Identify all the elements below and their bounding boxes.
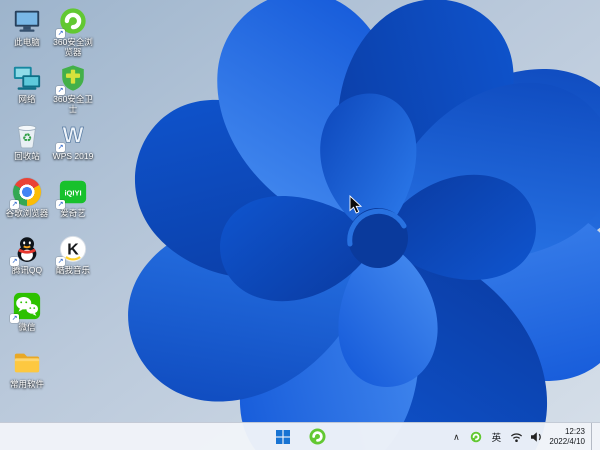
wechat-icon: ↗ — [10, 291, 42, 323]
iqiyi-icon: iQIYI ↗ — [56, 177, 88, 209]
icon-label: 360安全浏览器 — [53, 37, 93, 57]
desktop-icon-wechat[interactable]: ↗ 微信 — [4, 291, 50, 347]
clock[interactable]: 12:23 2022/4/10 — [549, 426, 585, 448]
icon-label: 酷我音乐 — [55, 265, 90, 275]
shortcut-arrow-icon: ↗ — [10, 200, 19, 209]
show-desktop-button[interactable] — [591, 423, 595, 450]
360-tray-icon — [471, 431, 482, 442]
svg-text:iQIYI: iQIYI — [64, 188, 81, 197]
volume-icon — [530, 431, 541, 442]
360-security-shield-icon: ↗ — [56, 63, 88, 95]
taskbar: ∧ 英 12:23 2022/4/10 — [0, 422, 600, 450]
icon-label: 爱奇艺 — [60, 208, 86, 218]
clock-time: 12:23 — [564, 427, 585, 436]
shortcut-arrow-icon: ↗ — [56, 257, 65, 266]
volume-button[interactable] — [529, 426, 543, 448]
svg-text:W: W — [62, 123, 84, 148]
desktop-icon-network[interactable]: 网络 — [4, 63, 50, 119]
network-icon — [12, 63, 42, 93]
desktop-icon-qq[interactable]: ↗ 腾讯QQ — [4, 234, 50, 290]
qq-penguin-icon: ↗ — [10, 234, 42, 266]
network-icon — [510, 432, 522, 442]
kuwo-music-icon: K ↗ — [56, 234, 88, 266]
icon-label: 此电脑 — [14, 37, 40, 47]
desktop-icon-this-pc[interactable]: 此电脑 — [4, 6, 50, 62]
ime-indicator[interactable]: 英 — [489, 426, 503, 448]
desktop-icon-software-folder[interactable]: 常用软件 — [4, 348, 50, 404]
360-browser-icon — [308, 428, 326, 445]
desktop-icon-recycle-bin[interactable]: ♻ 回收站 — [4, 120, 50, 176]
icon-label: 腾讯QQ — [11, 265, 43, 275]
tray-360-icon[interactable] — [469, 426, 483, 448]
chrome-icon: ↗ — [10, 177, 42, 209]
windows-logo-icon — [276, 429, 290, 444]
folder-icon — [12, 348, 42, 378]
taskbar-center — [270, 423, 330, 450]
clock-date: 2022/4/10 — [549, 436, 585, 446]
360-browser-icon: ↗ — [56, 6, 88, 38]
desktop-icon-wps[interactable]: W ↗ WPS 2019 — [50, 120, 96, 176]
desktop-icon-360-browser[interactable]: ↗ 360安全浏览器 — [50, 6, 96, 62]
shortcut-arrow-icon: ↗ — [56, 200, 65, 209]
shortcut-arrow-icon: ↗ — [10, 257, 19, 266]
system-tray: ∧ 英 12:23 2022/4/10 — [449, 423, 600, 450]
this-pc-icon — [12, 6, 42, 36]
icon-label: 回收站 — [14, 151, 40, 161]
shortcut-arrow-icon: ↗ — [10, 314, 19, 323]
taskbar-360-browser-button[interactable] — [304, 425, 330, 449]
icon-label: 网络 — [18, 94, 36, 104]
icon-label: 360安全卫士 — [53, 94, 93, 114]
icon-label: 常用软件 — [9, 379, 44, 389]
svg-text:♻: ♻ — [22, 133, 32, 145]
network-button[interactable] — [509, 426, 523, 448]
desktop-icon-kuwo[interactable]: K ↗ 酷我音乐 — [50, 234, 96, 290]
icon-label: WPS 2019 — [52, 151, 94, 161]
icon-label: 谷歌浏览器 — [5, 208, 49, 218]
hidden-icons-chevron[interactable]: ∧ — [449, 427, 463, 449]
shortcut-arrow-icon: ↗ — [56, 143, 65, 152]
desktop: 此电脑 网络 ♻ 回收站 ↗ 谷歌浏览器 ↗ 腾讯QQ ↗ 微信 常用软件 ↗ … — [0, 0, 600, 450]
recycle-bin-icon: ♻ — [12, 120, 42, 150]
start-button[interactable] — [270, 425, 296, 449]
desktop-icon-iqiyi[interactable]: iQIYI ↗ 爱奇艺 — [50, 177, 96, 233]
icon-label: 微信 — [18, 322, 36, 332]
desktop-icon-360-security[interactable]: ↗ 360安全卫士 — [50, 63, 96, 119]
wps-icon: W ↗ — [56, 120, 88, 152]
desktop-icon-chrome[interactable]: ↗ 谷歌浏览器 — [4, 177, 50, 233]
svg-text:K: K — [67, 242, 79, 259]
shortcut-arrow-icon: ↗ — [56, 86, 65, 95]
shortcut-arrow-icon: ↗ — [56, 29, 65, 38]
